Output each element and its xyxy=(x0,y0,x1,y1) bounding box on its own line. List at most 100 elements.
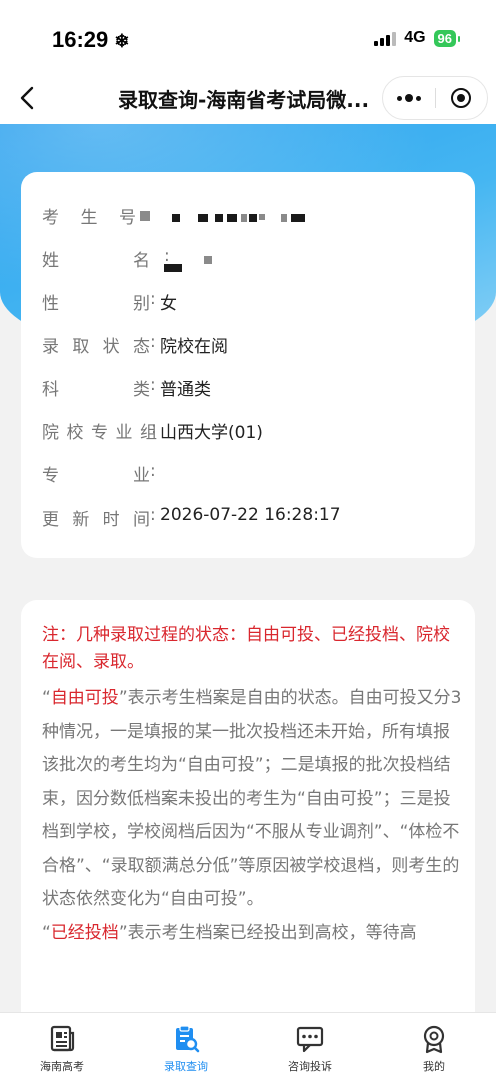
term-already-submitted: 已经投档 xyxy=(50,922,119,943)
status-time: 16:29 ❄ xyxy=(52,27,130,53)
snowflake-icon: ❄ xyxy=(114,31,130,51)
value-gender: 女 xyxy=(160,294,177,314)
tab-label: 海南高考 xyxy=(40,1060,84,1073)
label-char: 姓 xyxy=(42,251,59,271)
row-update-time: 更 新 时 间 : 2026-07-22 16:28:17 xyxy=(21,505,475,535)
query-icon xyxy=(176,1025,200,1053)
news-icon xyxy=(50,1025,75,1052)
label-char: 校 xyxy=(66,423,84,443)
label-char: 更 xyxy=(42,510,59,530)
redacted-value xyxy=(291,214,305,222)
label-char: 性 xyxy=(42,294,59,314)
more-dots-icon xyxy=(404,94,413,102)
network-type: 4G xyxy=(404,29,426,46)
row-gender: 性 别 : 女 xyxy=(21,289,475,319)
status-right: 4G 96 xyxy=(374,29,461,47)
redacted-value xyxy=(281,214,287,222)
status-note-card: 注：几种录取过程的状态：自由可投、已经投档、院校在阅、录取。 “自由可投”表示考… xyxy=(21,600,475,1070)
bottom-tab-bar: 海南高考 录取查询 咨询投诉 我的 xyxy=(0,1012,496,1080)
label-name: 姓 名 xyxy=(42,246,150,271)
battery-level: 96 xyxy=(437,30,452,46)
row-exam-number: 考 生 号 xyxy=(21,203,475,233)
value-major-group: 山西大学(01) xyxy=(160,423,263,443)
nav-bar: 录取查询-海南省考试局微... xyxy=(0,72,496,124)
label-char: 状 xyxy=(102,337,120,357)
label-exam-number: 考 生 号 xyxy=(42,203,136,228)
label-colon: : xyxy=(150,289,156,309)
label-char: 生 xyxy=(80,208,98,228)
more-button[interactable] xyxy=(383,77,435,119)
more-dots-icon xyxy=(415,95,421,101)
label-char: 新 xyxy=(72,510,90,530)
label-char: 业 xyxy=(133,466,150,486)
note-text: ”表示考生档案是自由的状态。自由可投又分3种情况，一是填报的某一批次投档还未开始… xyxy=(42,688,462,909)
status-time-text: 16:29 xyxy=(52,27,109,52)
battery-icon: 96 xyxy=(433,29,461,47)
label-colon: : xyxy=(150,461,156,481)
row-major-group: 院 校 专 业 组 : 山西大学(01) xyxy=(21,418,475,448)
redacted-value xyxy=(227,214,237,222)
value-subject-category: 普通类 xyxy=(160,380,211,400)
back-button[interactable] xyxy=(16,84,40,112)
label-major-group: 院 校 专 业 组 xyxy=(42,418,157,443)
mini-program-capsule xyxy=(382,76,488,120)
label-char: 业 xyxy=(115,423,133,443)
close-circle-icon xyxy=(451,88,472,108)
label-char: 间 xyxy=(132,510,150,530)
redacted-value xyxy=(140,211,150,221)
term-free-to-submit: 自由可投 xyxy=(50,688,119,708)
quote-mark: “ xyxy=(42,688,51,708)
label-char: 态 xyxy=(132,337,150,357)
label-char: 录 xyxy=(42,337,59,357)
label-char: 专 xyxy=(42,466,59,486)
row-admission-status: 录 取 状 态 : 院校在阅 xyxy=(21,332,475,362)
redacted-value xyxy=(172,214,180,222)
value-update-time: 2026-07-22 16:28:17 xyxy=(160,505,341,525)
label-subject-category: 科 类 xyxy=(42,375,150,400)
tab-admission-query[interactable]: 录取查询 xyxy=(124,1013,248,1080)
label-char: 类 xyxy=(133,380,150,400)
note-title: 注：几种录取过程的状态：自由可投、已经投档、院校在阅、录取。 xyxy=(42,625,450,672)
label-gender: 性 别 xyxy=(42,289,150,314)
redacted-value xyxy=(249,214,257,222)
label-major: 专 业 xyxy=(42,461,150,486)
label-colon: : xyxy=(151,418,157,438)
page-title: 录取查询-海南省考试局微... xyxy=(118,88,370,112)
admission-info-card: 考 生 号 姓 名 : 性 别 : 女 录 取 状 态: 院校在阅 科 类:… xyxy=(21,172,475,558)
signal-icon xyxy=(374,30,397,46)
note-text: ”表示考生档案已经投出到高校，等待高 xyxy=(118,922,417,943)
label-char: 号 xyxy=(119,208,136,228)
redacted-value xyxy=(215,214,223,222)
label-char: 时 xyxy=(102,510,120,530)
label-colon: : xyxy=(150,505,156,525)
label-admission-status: 录 取 状 态 xyxy=(42,332,150,357)
label-char: 别 xyxy=(133,294,150,314)
label-char: 科 xyxy=(42,380,59,400)
note-paragraph: “自由可投”表示考生档案是自由的状态。自由可投又分3种情况，一是填报的某一批次投… xyxy=(42,682,462,917)
label-char: 名 xyxy=(133,251,150,271)
label-colon: : xyxy=(150,375,156,395)
label-update-time: 更 新 时 间 xyxy=(42,505,150,530)
tab-label: 录取查询 xyxy=(164,1060,208,1073)
tab-hainan-gaokao[interactable]: 海南高考 xyxy=(0,1013,124,1080)
value-admission-status: 院校在阅 xyxy=(160,337,228,357)
tab-consult-complaint[interactable]: 咨询投诉 xyxy=(248,1013,372,1080)
label-char: 取 xyxy=(72,337,90,357)
label-char: 院 xyxy=(42,423,59,443)
label-char: 考 xyxy=(42,208,59,228)
tab-profile[interactable]: 我的 xyxy=(372,1013,496,1080)
label-colon: : xyxy=(164,246,170,266)
redacted-value xyxy=(204,256,212,264)
label-colon: : xyxy=(150,332,156,352)
redacted-value xyxy=(259,214,265,220)
chevron-left-icon xyxy=(20,86,34,110)
redacted-value xyxy=(198,214,208,222)
chat-icon xyxy=(296,1026,324,1053)
tab-label: 我的 xyxy=(423,1060,445,1073)
quote-mark: “ xyxy=(42,922,51,943)
more-dots-icon xyxy=(396,95,402,101)
note-body: “自由可投”表示考生档案是自由的状态。自由可投又分3种情况，一是填报的某一批次投… xyxy=(42,682,462,950)
close-button[interactable] xyxy=(435,77,487,119)
label-char: 专 xyxy=(91,423,108,443)
row-subject-category: 科 类 : 普通类 xyxy=(21,375,475,405)
